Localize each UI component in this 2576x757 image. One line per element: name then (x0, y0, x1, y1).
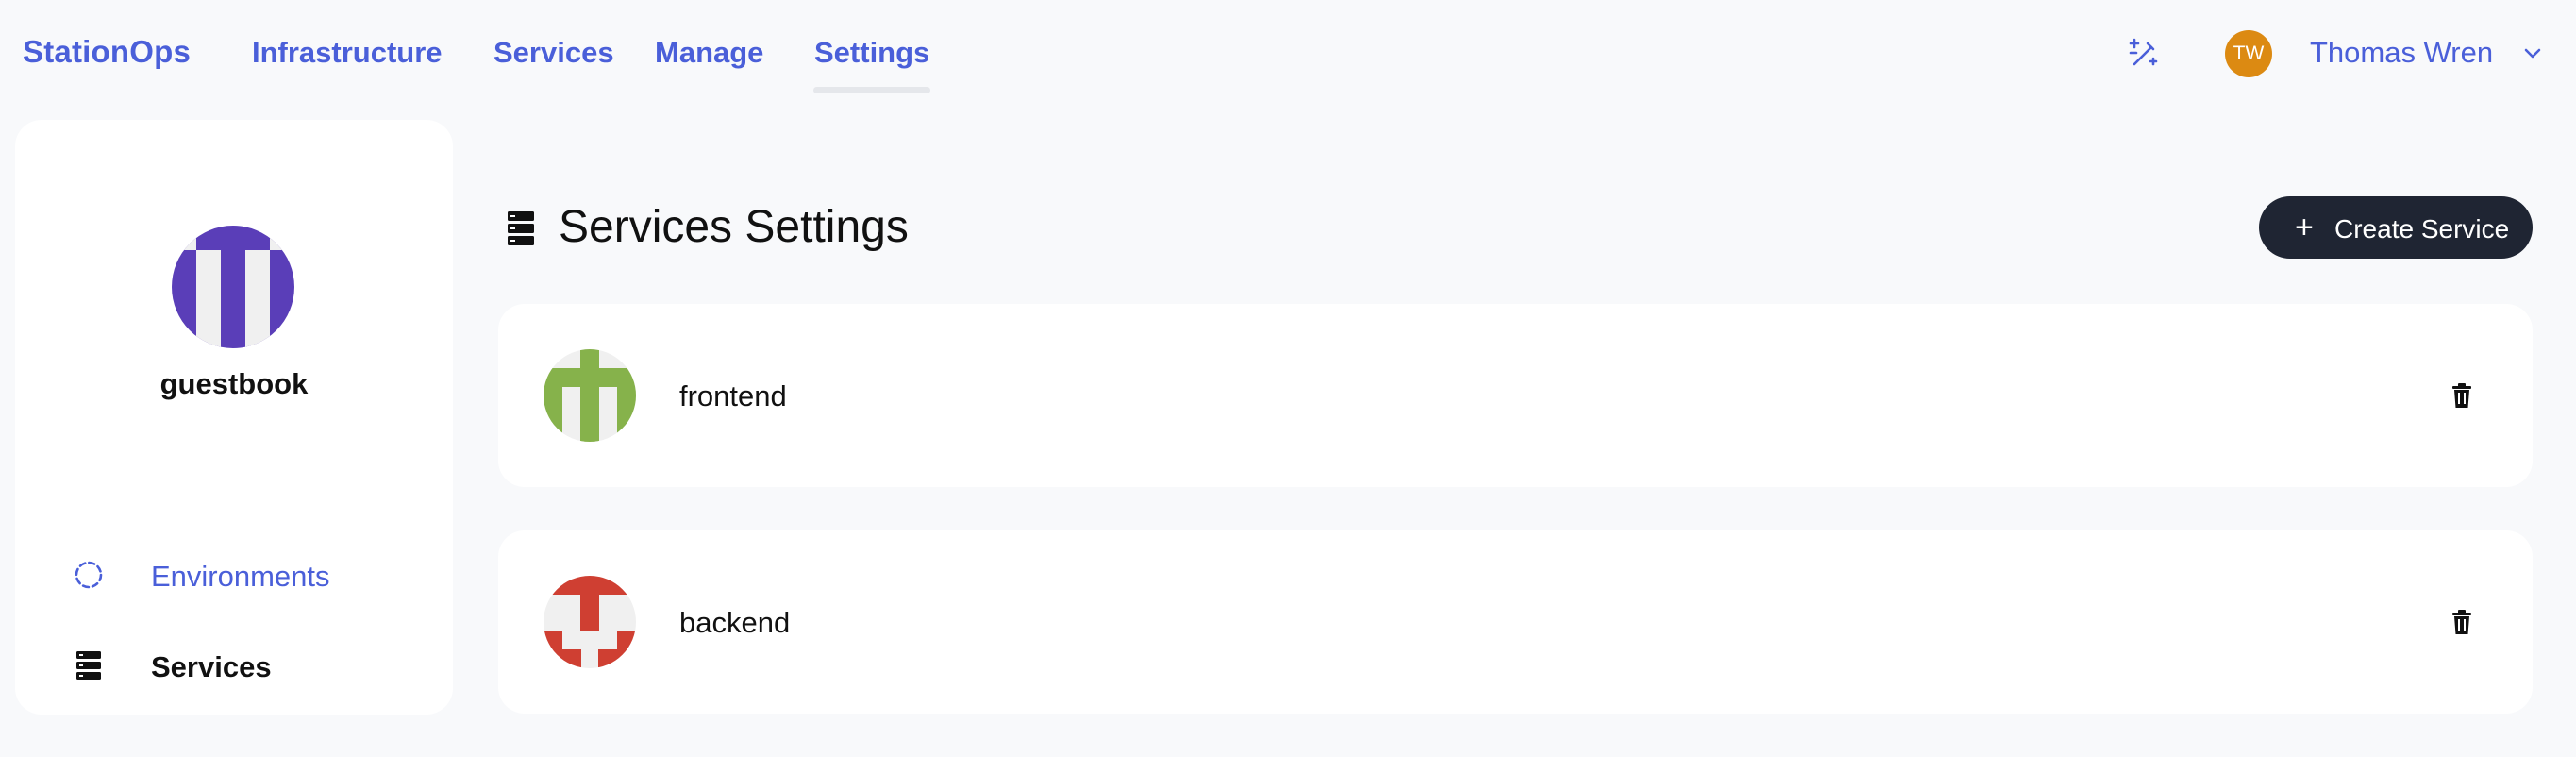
service-name: backend (679, 606, 791, 639)
top-navigation: StationOps Infrastructure Services Manag… (0, 0, 2576, 111)
magic-wand-icon[interactable] (2127, 36, 2161, 70)
trash-icon[interactable] (2448, 381, 2476, 410)
create-service-label: Create Service (2334, 214, 2510, 244)
service-name: frontend (679, 379, 787, 412)
sidebar-item-label: Services (151, 650, 272, 683)
service-avatar (544, 349, 636, 442)
sidebar-item-environments[interactable]: Environments (59, 550, 427, 597)
nav-link-infrastructure[interactable]: Infrastructure (252, 36, 443, 70)
nav-link-settings[interactable]: Settings (814, 36, 929, 70)
sidebar-item-label: Environments (151, 560, 330, 593)
active-tab-indicator (813, 87, 930, 93)
user-avatar[interactable]: TW (2225, 30, 2272, 77)
create-service-button[interactable]: + Create Service (2259, 196, 2533, 259)
brand-logo[interactable]: StationOps (23, 34, 191, 70)
sidebar-item-services[interactable]: Services (59, 641, 427, 688)
service-card-frontend[interactable]: frontend (498, 304, 2533, 487)
service-card-backend[interactable]: backend (498, 530, 2533, 714)
service-avatar (544, 576, 636, 668)
project-avatar (172, 226, 294, 348)
project-name: guestbook (159, 367, 309, 400)
server-stack-icon (506, 210, 536, 247)
nav-link-manage[interactable]: Manage (655, 36, 763, 70)
chevron-down-icon[interactable] (2521, 42, 2544, 64)
user-name[interactable]: Thomas Wren (2310, 36, 2493, 70)
circle-dashed-icon (74, 560, 104, 590)
plus-icon: + (2295, 210, 2314, 245)
page-title: Services Settings (559, 202, 909, 252)
project-sidebar: guestbook Environments Services (15, 120, 453, 715)
server-stack-icon (74, 650, 104, 681)
trash-icon[interactable] (2448, 608, 2476, 636)
nav-link-services[interactable]: Services (493, 36, 614, 70)
